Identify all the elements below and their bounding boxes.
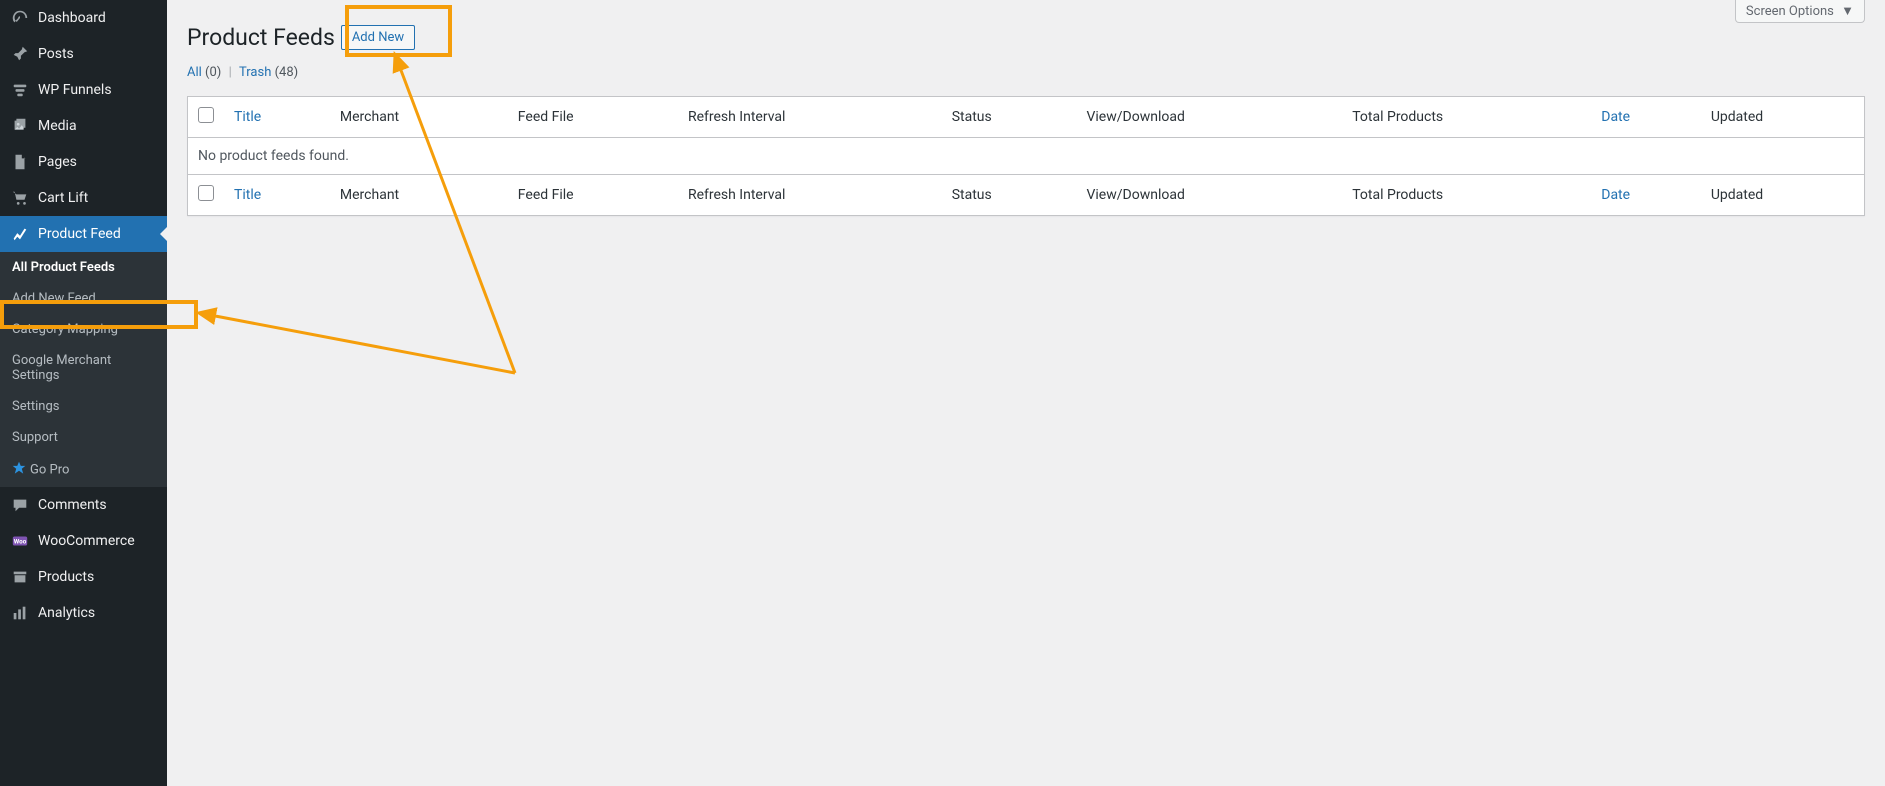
col-feed-file-footer: Feed File xyxy=(508,174,678,215)
sidebar-item-dashboard[interactable]: Dashboard xyxy=(0,0,167,36)
col-merchant: Merchant xyxy=(330,96,508,137)
sidebar-item-label: WooCommerce xyxy=(38,533,135,549)
sidebar-item-label: Dashboard xyxy=(38,10,106,26)
col-title[interactable]: Title xyxy=(224,96,330,137)
sidebar-item-label: Product Feed xyxy=(38,226,121,242)
pin-icon xyxy=(10,44,30,64)
col-view-download-footer: View/Download xyxy=(1076,174,1342,215)
sidebar-item-label: Comments xyxy=(38,497,107,513)
select-all-checkbox[interactable] xyxy=(198,107,214,123)
screen-options-label: Screen Options xyxy=(1746,4,1834,19)
sidebar-item-comments[interactable]: Comments xyxy=(0,487,167,523)
col-view-download: View/Download xyxy=(1076,96,1342,137)
sidebar-item-label: Pages xyxy=(38,154,77,170)
sidebar-item-productfeed[interactable]: Product Feed xyxy=(0,216,167,252)
col-updated: Updated xyxy=(1701,96,1865,137)
submenu-category-mapping[interactable]: Category Mapping xyxy=(0,314,167,345)
col-total-products-footer: Total Products xyxy=(1342,174,1591,215)
filter-trash-count: (48) xyxy=(275,65,299,80)
col-total-products: Total Products xyxy=(1342,96,1591,137)
col-date-footer[interactable]: Date xyxy=(1591,174,1701,215)
add-new-button[interactable]: Add New xyxy=(341,25,415,50)
chevron-down-icon: ▼ xyxy=(1841,4,1854,19)
sidebar-item-label: Posts xyxy=(38,46,74,62)
sidebar-item-pages[interactable]: Pages xyxy=(0,144,167,180)
submenu-all-product-feeds[interactable]: All Product Feeds xyxy=(0,252,167,283)
sidebar-item-products[interactable]: Products xyxy=(0,559,167,595)
col-date[interactable]: Date xyxy=(1591,96,1701,137)
sidebar-item-label: Products xyxy=(38,569,94,585)
submenu-support[interactable]: Support xyxy=(0,422,167,453)
funnel-icon xyxy=(10,80,30,100)
submenu-google-merchant-settings[interactable]: Google Merchant Settings xyxy=(0,345,167,391)
col-feed-file: Feed File xyxy=(508,96,678,137)
filter-all-count: (0) xyxy=(205,65,221,80)
filter-trash-link[interactable]: Trash xyxy=(239,65,271,80)
archive-icon xyxy=(10,567,30,587)
col-refresh-interval-footer: Refresh Interval xyxy=(678,174,942,215)
col-refresh-interval: Refresh Interval xyxy=(678,96,942,137)
sidebar-item-label: Cart Lift xyxy=(38,190,88,206)
page-icon xyxy=(10,152,30,172)
analytics-icon xyxy=(10,603,30,623)
main-content: Screen Options ▼ Product Feeds Add New A… xyxy=(167,0,1885,216)
col-merchant-footer: Merchant xyxy=(330,174,508,215)
sidebar-item-analytics[interactable]: Analytics xyxy=(0,595,167,631)
submenu-go-pro[interactable]: Go Pro xyxy=(0,453,167,487)
sidebar-item-woocommerce[interactable]: Woo WooCommerce xyxy=(0,523,167,559)
submenu-settings[interactable]: Settings xyxy=(0,391,167,422)
cart-icon xyxy=(10,188,30,208)
col-title-footer[interactable]: Title xyxy=(224,174,330,215)
filter-all-link[interactable]: All xyxy=(187,65,202,80)
empty-table-message: No product feeds found. xyxy=(188,137,1865,174)
media-icon xyxy=(10,116,30,136)
sidebar-item-media[interactable]: Media xyxy=(0,108,167,144)
gauge-icon xyxy=(10,8,30,28)
page-title: Product Feeds xyxy=(187,14,335,57)
select-all-checkbox-footer[interactable] xyxy=(198,185,214,201)
svg-text:Woo: Woo xyxy=(14,538,27,546)
col-updated-footer: Updated xyxy=(1701,174,1865,215)
woocommerce-icon: Woo xyxy=(10,531,30,551)
list-filter-links: All (0) | Trash (48) xyxy=(187,65,1865,80)
sidebar-item-posts[interactable]: Posts xyxy=(0,36,167,72)
sidebar-item-label: WP Funnels xyxy=(38,82,112,98)
sidebar-submenu-productfeed: All Product Feeds Add New Feed Category … xyxy=(0,252,167,487)
product-feeds-table: Title Merchant Feed File Refresh Interva… xyxy=(187,96,1865,216)
col-status-footer: Status xyxy=(942,174,1077,215)
admin-sidebar: Dashboard Posts WP Funnels Media Pages C… xyxy=(0,0,167,786)
chart-line-icon xyxy=(10,224,30,244)
screen-options-toggle[interactable]: Screen Options ▼ xyxy=(1735,0,1865,23)
comment-icon xyxy=(10,495,30,515)
sidebar-item-label: Media xyxy=(38,118,77,134)
sidebar-item-cartlift[interactable]: Cart Lift xyxy=(0,180,167,216)
submenu-add-new-feed[interactable]: Add New Feed xyxy=(0,283,167,314)
star-icon xyxy=(12,461,26,479)
sidebar-item-label: Analytics xyxy=(38,605,95,621)
sidebar-item-wpfunnels[interactable]: WP Funnels xyxy=(0,72,167,108)
col-status: Status xyxy=(942,96,1077,137)
